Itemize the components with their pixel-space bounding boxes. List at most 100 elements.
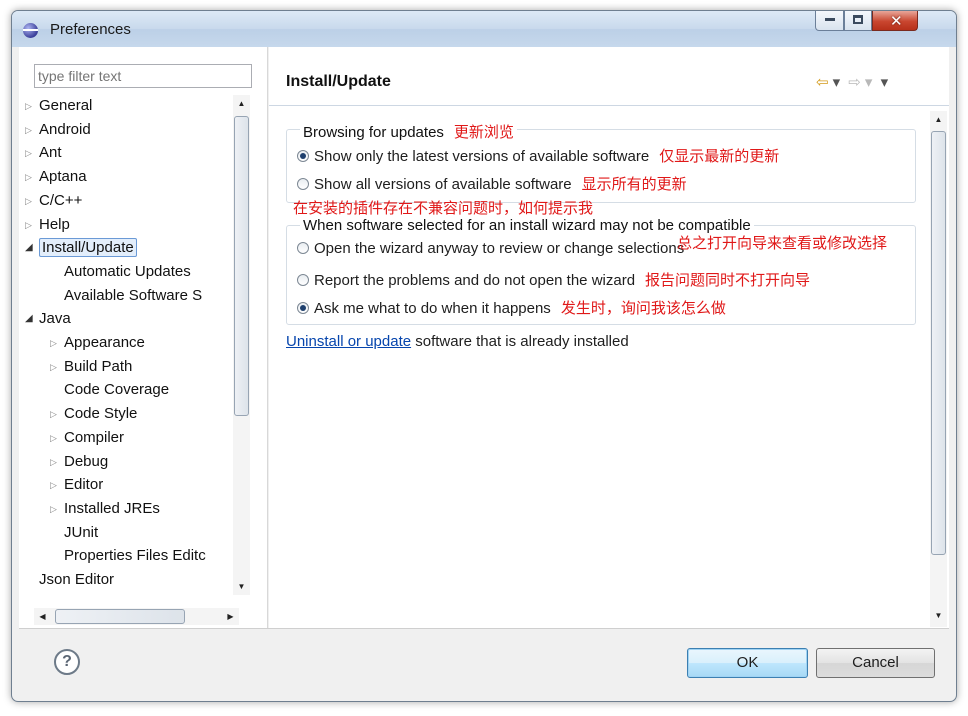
collapsed-arrow-icon[interactable]: ▷ [50, 451, 62, 473]
collapsed-arrow-icon[interactable]: ▷ [50, 474, 62, 496]
tree-item-label: Aptana [39, 168, 87, 186]
compatibility-group: When software selected for an install wi… [286, 217, 916, 325]
uninstall-line: Uninstall or update software that is alr… [286, 333, 629, 350]
tree-item[interactable]: Available Software S [64, 285, 202, 307]
tree-item[interactable]: ▷ Debug [50, 451, 108, 473]
tree-item-label: Installed JREs [64, 499, 160, 517]
scroll-down-icon[interactable]: ▼ [930, 607, 947, 624]
tree-item[interactable]: ▷ Editor [50, 474, 103, 496]
tree-item-label: Install/Update [39, 238, 137, 258]
collapsed-arrow-icon[interactable]: ▷ [25, 142, 37, 164]
tree-item[interactable]: Code Coverage [64, 379, 169, 401]
tree-item[interactable]: ◢ Java [25, 308, 71, 330]
radio-open-wizard[interactable]: Open the wizard anyway to review or chan… [297, 240, 684, 257]
radio-ask-me[interactable]: Ask me what to do when it happens 发生时，询问我… [297, 297, 726, 318]
preference-tree-panel: ▷General▷Android▷Ant▷Aptana▷C/C++▷Help◢I… [19, 47, 268, 628]
forward-history-dropdown-icon[interactable]: ▾ [865, 74, 873, 91]
tree-item[interactable]: ▷ Android [25, 119, 91, 141]
tree-hscroll-thumb[interactable] [55, 609, 185, 624]
tree-item-label: Code Coverage [64, 381, 170, 399]
tree-item[interactable]: ▷ General [25, 95, 92, 117]
tree-item[interactable]: ▷ Compiler [50, 427, 125, 449]
scroll-down-icon[interactable]: ▼ [233, 578, 250, 595]
tree-item-label: Java [39, 310, 71, 328]
minimize-button[interactable] [815, 11, 844, 31]
scroll-left-icon[interactable]: ◀ [34, 608, 51, 625]
title-bar[interactable]: Preferences ✕ [12, 11, 956, 47]
tree-item-label: Help [39, 215, 70, 233]
maximize-icon [853, 15, 863, 24]
page-scroll-thumb[interactable] [931, 131, 946, 555]
tree-vertical-scrollbar[interactable]: ▲ ▼ [233, 95, 250, 595]
tree-item[interactable]: ▷ Ant [25, 142, 62, 164]
browsing-group: Browsing for updates 更新浏览 Show only the l… [286, 121, 916, 203]
tree-item[interactable]: Properties Files Editc [64, 545, 206, 567]
help-icon[interactable]: ? [54, 649, 80, 675]
collapsed-arrow-icon[interactable]: ▷ [25, 119, 37, 141]
radio-all-versions[interactable]: Show all versions of available software 显… [297, 173, 687, 194]
collapsed-arrow-icon[interactable]: ▷ [25, 166, 37, 188]
tree-item-label: Compiler [64, 428, 125, 446]
collapsed-arrow-icon[interactable]: ▷ [50, 332, 62, 354]
collapsed-arrow-icon[interactable]: ▷ [50, 356, 62, 378]
collapsed-arrow-icon[interactable]: ▷ [25, 190, 37, 212]
uninstall-link[interactable]: Uninstall or update [286, 333, 411, 350]
tree-item-label: JUnit [64, 523, 99, 541]
tree-item[interactable]: ▷ Appearance [50, 332, 145, 354]
collapsed-arrow-icon[interactable]: ▷ [50, 403, 62, 425]
tree-item[interactable]: Automatic Updates [64, 261, 191, 283]
compat-annotation: 在安装的插件存在不兼容问题时，如何提示我 [293, 200, 594, 217]
tree-item[interactable]: ▷ Installed JREs [50, 498, 160, 520]
back-arrow-icon[interactable]: ⇦ [816, 74, 829, 91]
radio-selected-icon[interactable] [297, 150, 309, 162]
preferences-window: Preferences ✕ ▷General▷Android▷Ant▷Aptan… [11, 10, 957, 702]
scroll-up-icon[interactable]: ▲ [930, 111, 947, 128]
radio-selected-icon[interactable] [297, 302, 309, 314]
radio-unselected-icon[interactable] [297, 274, 309, 286]
expanded-arrow-icon[interactable]: ◢ [25, 308, 37, 330]
browsing-group-label: Browsing for updates 更新浏览 [300, 121, 517, 142]
tree-scroll-thumb[interactable] [234, 116, 249, 416]
collapsed-arrow-icon[interactable]: ▷ [50, 498, 62, 520]
radio-report-problems[interactable]: Report the problems and do not open the … [297, 269, 810, 290]
page-vertical-scrollbar[interactable]: ▲ ▼ [930, 111, 947, 627]
tree-item-label: Appearance [64, 334, 145, 351]
view-menu-icon[interactable]: ▾ [881, 74, 889, 91]
eclipse-icon [23, 23, 38, 38]
ok-button[interactable]: OK [687, 648, 808, 678]
page-title: Install/Update [286, 73, 391, 90]
tree-horizontal-scrollbar[interactable]: ◀ ▶ [34, 608, 239, 625]
scroll-right-icon[interactable]: ▶ [222, 608, 239, 625]
window-title: Preferences [50, 21, 131, 38]
preference-page: Install/Update ⇦ ▾ ⇨ ▾ ▾ Browsing for upda… [269, 47, 949, 628]
collapsed-arrow-icon[interactable]: ▷ [50, 427, 62, 449]
header-separator [269, 105, 949, 106]
tree-item[interactable]: ▷ C/C++ [25, 190, 82, 212]
tree-item-label: Code Style [64, 405, 138, 423]
dialog-body: ▷General▷Android▷Ant▷Aptana▷C/C++▷Help◢I… [19, 47, 949, 701]
radio-latest-versions[interactable]: Show only the latest versions of availab… [297, 145, 779, 166]
tree-item[interactable]: ▷ Aptana [25, 166, 87, 188]
button-bar: ? OK Cancel [19, 628, 949, 701]
tree-item[interactable]: ◢ Install/Update [25, 237, 137, 259]
cancel-button[interactable]: Cancel [816, 648, 935, 678]
collapsed-arrow-icon[interactable]: ▷ [25, 95, 37, 117]
filter-input[interactable] [34, 64, 252, 88]
tree-item[interactable]: Json Editor [39, 569, 114, 591]
preference-tree[interactable]: ▷ General ▷ Android ▷ Ant ▷ Aptana ▷ C/C++ ▷ Help ◢ I… [19, 95, 249, 595]
tree-item-label: Properties Files Editc [64, 547, 206, 565]
maximize-button[interactable] [844, 11, 872, 31]
tree-item[interactable]: ▷ Code Style [50, 403, 138, 425]
radio-unselected-icon[interactable] [297, 178, 309, 190]
forward-arrow-icon[interactable]: ⇨ [848, 74, 861, 91]
tree-item[interactable]: JUnit [64, 522, 98, 544]
scroll-up-icon[interactable]: ▲ [233, 95, 250, 112]
collapsed-arrow-icon[interactable]: ▷ [25, 214, 37, 236]
radio-unselected-icon[interactable] [297, 242, 309, 254]
close-button[interactable]: ✕ [872, 11, 918, 31]
tree-item[interactable]: ▷ Help [25, 214, 70, 236]
expanded-arrow-icon[interactable]: ◢ [25, 237, 37, 259]
back-history-dropdown-icon[interactable]: ▾ [833, 74, 841, 91]
tree-item[interactable]: ▷ Build Path [50, 356, 133, 378]
tree-item-label: Build Path [64, 357, 133, 375]
